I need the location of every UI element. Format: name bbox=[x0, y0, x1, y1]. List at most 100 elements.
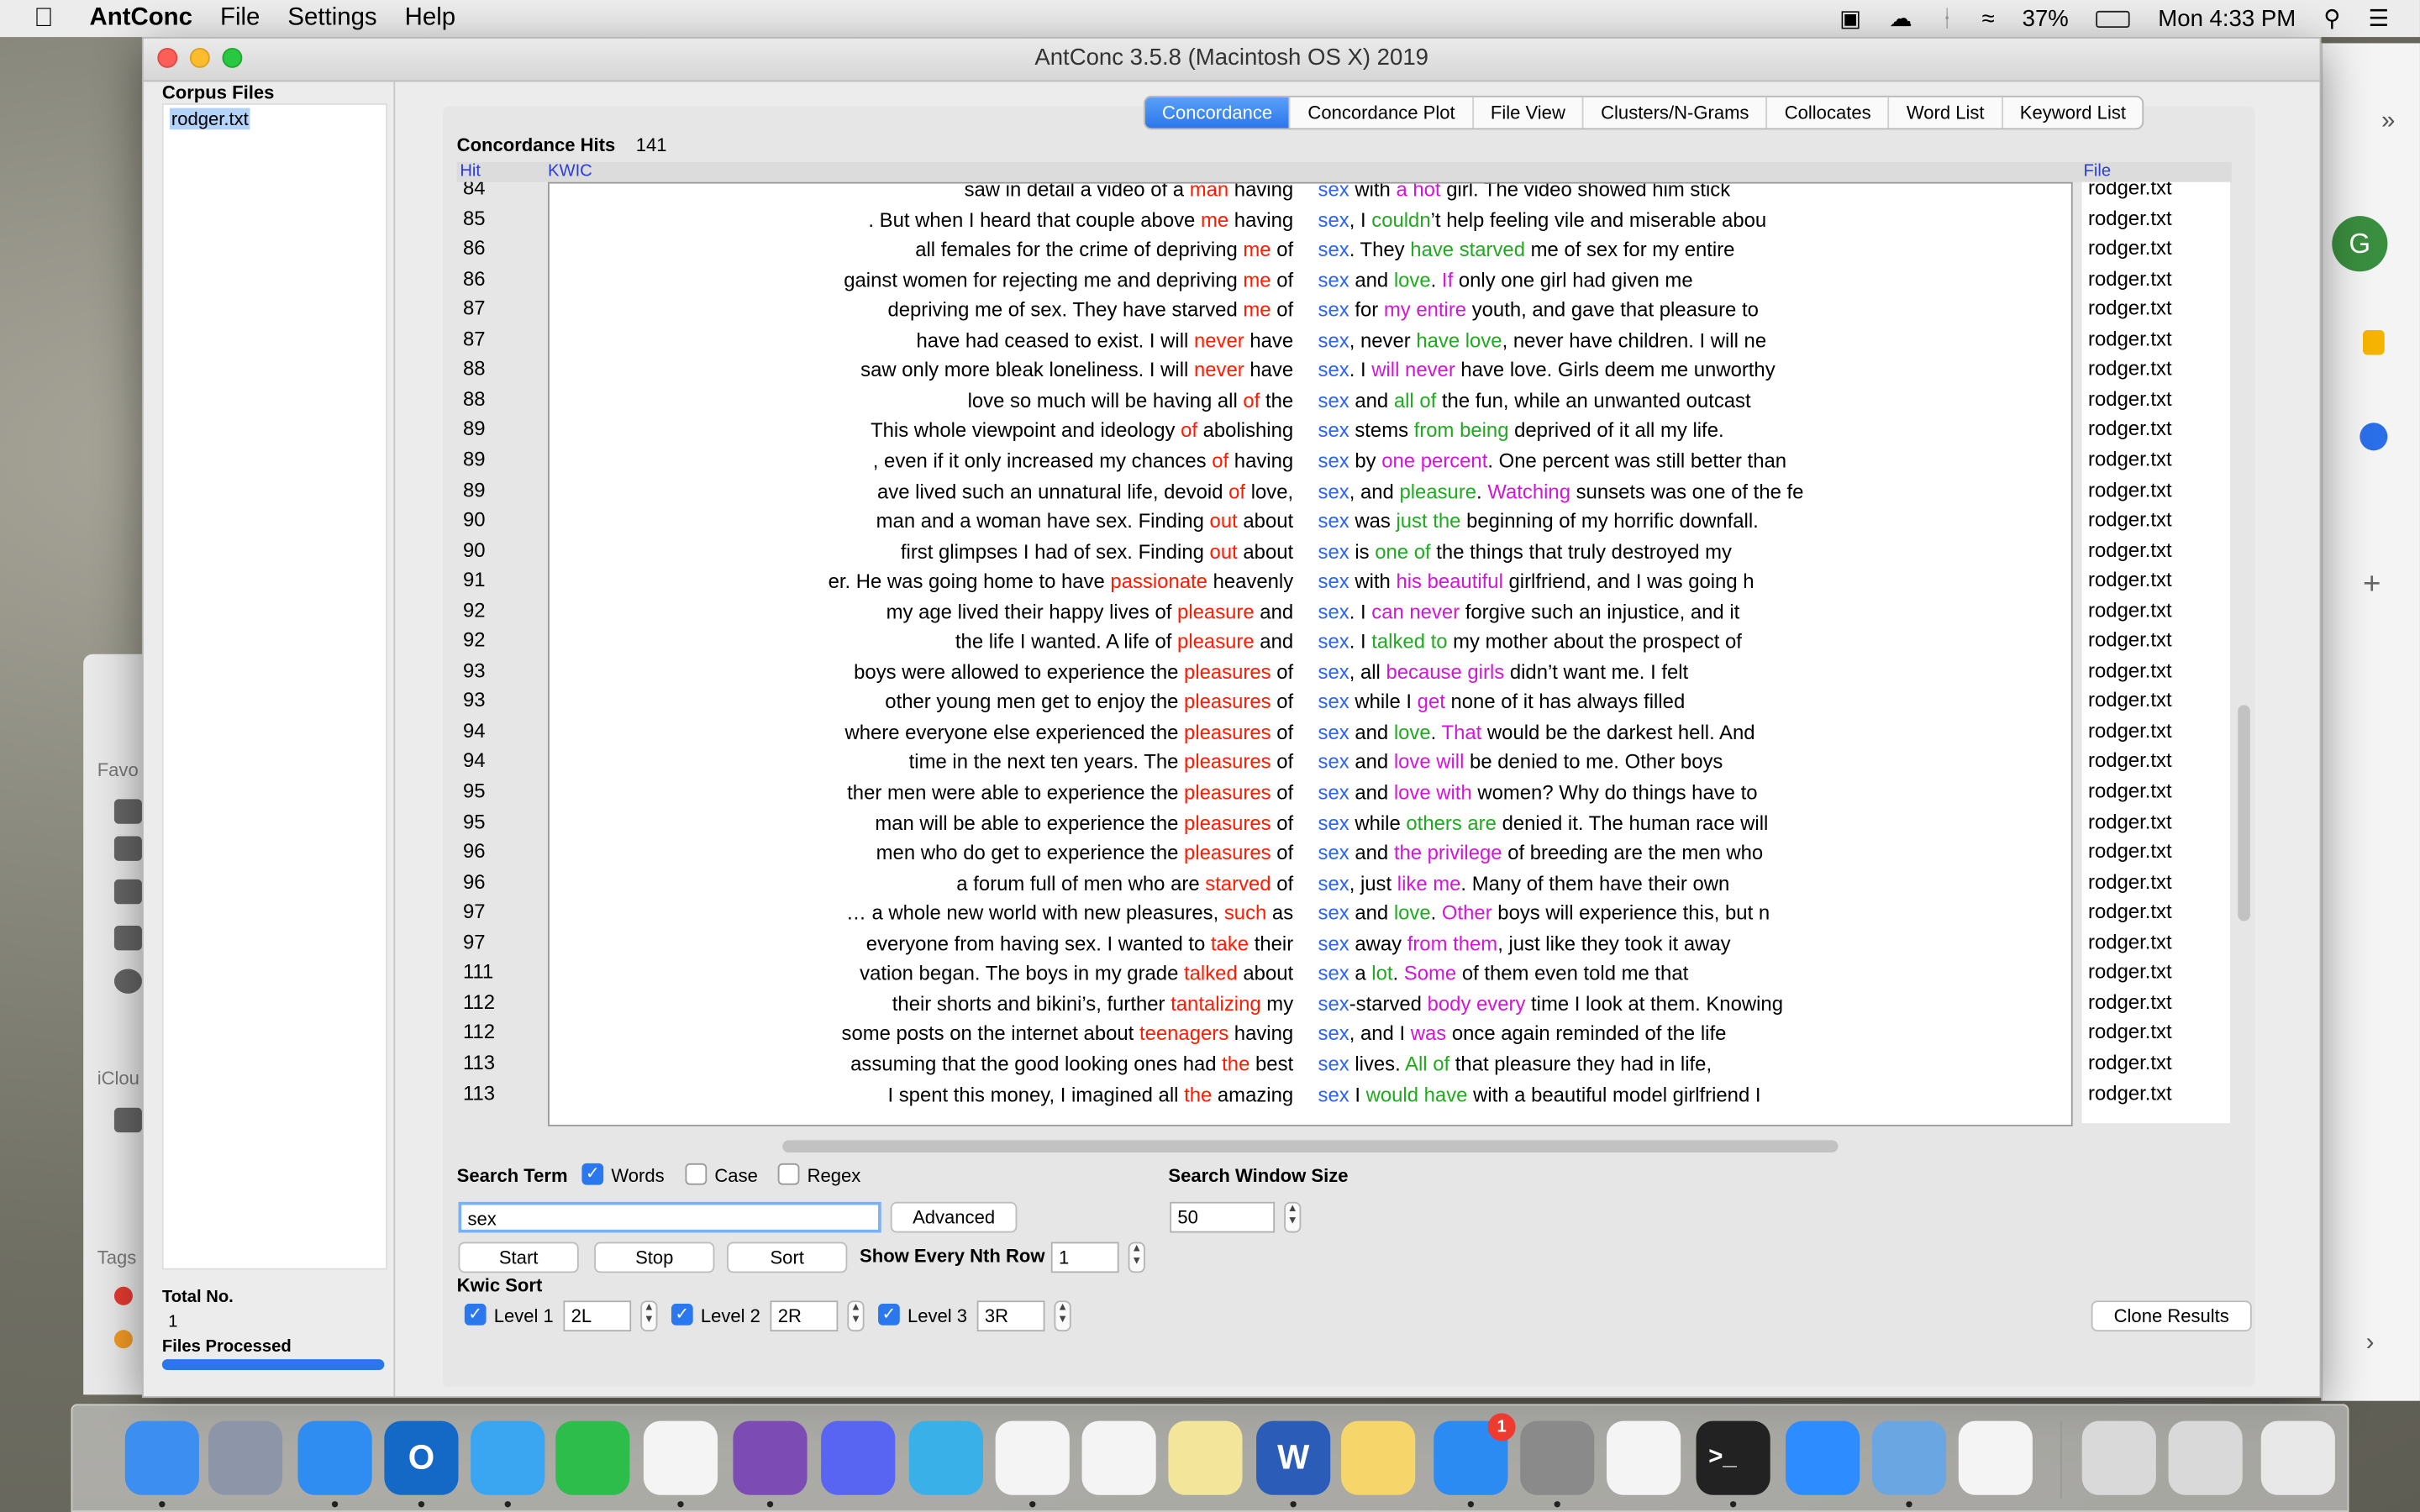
word-icon[interactable]: W bbox=[1256, 1420, 1331, 1495]
zoom-icon[interactable] bbox=[1786, 1420, 1860, 1495]
table-row[interactable]: a forum full of men who are starved of se… bbox=[550, 871, 2071, 901]
table-row[interactable]: saw only more bleak loneliness. I will n… bbox=[550, 359, 2071, 389]
settings-menu[interactable]: Settings bbox=[287, 5, 376, 33]
expand-icon[interactable]: » bbox=[2381, 108, 2395, 136]
applications-icon[interactable] bbox=[113, 879, 142, 905]
recents-icon[interactable] bbox=[113, 836, 142, 861]
regex-checkbox[interactable] bbox=[777, 1163, 800, 1185]
stickies-icon[interactable] bbox=[1168, 1420, 1243, 1495]
airdrop-icon[interactable] bbox=[113, 799, 142, 824]
start-button[interactable]: Start bbox=[458, 1242, 579, 1273]
nth-row-input[interactable]: 1 bbox=[1050, 1242, 1119, 1273]
file-menu[interactable]: File bbox=[220, 5, 260, 33]
table-row[interactable]: all females for the crime of depriving m… bbox=[550, 238, 2071, 268]
tab-concordance[interactable]: Concordance bbox=[1144, 97, 1292, 129]
safari-icon[interactable] bbox=[297, 1420, 372, 1495]
tasks-icon[interactable] bbox=[2360, 423, 2388, 451]
reminders-icon[interactable] bbox=[1081, 1420, 1156, 1495]
terminal-icon[interactable]: >_ bbox=[1696, 1420, 1770, 1495]
app-store-icon[interactable]: 1 bbox=[1434, 1413, 1516, 1495]
help-menu[interactable]: Help bbox=[405, 5, 455, 33]
corpus-file-item[interactable]: rodger.txt bbox=[170, 108, 250, 130]
downloads-icon[interactable] bbox=[113, 969, 142, 994]
trash-icon[interactable] bbox=[2260, 1420, 2335, 1495]
table-row[interactable]: saw in detail a video of a man having sex… bbox=[550, 184, 2071, 208]
documents-icon[interactable] bbox=[2168, 1420, 2243, 1495]
battery-icon[interactable] bbox=[2096, 9, 2131, 28]
level2-input[interactable]: 2R bbox=[770, 1300, 839, 1332]
table-row[interactable]: ave lived such an unnatural life, devoid… bbox=[550, 479, 2071, 509]
camera-icon[interactable]: ▣ bbox=[1839, 5, 1861, 32]
discord-icon[interactable] bbox=[821, 1420, 896, 1495]
table-row[interactable]: time in the next ten years. The pleasure… bbox=[550, 750, 2071, 780]
tab-collocates[interactable]: Collocates bbox=[1768, 97, 1890, 129]
table-row[interactable]: ther men were able to experience the ple… bbox=[550, 780, 2071, 811]
close-icon[interactable] bbox=[157, 47, 178, 68]
table-row[interactable]: er. He was going home to have passionate… bbox=[550, 570, 2071, 600]
table-row[interactable]: This whole viewpoint and ideology of abo… bbox=[550, 418, 2071, 449]
search-window-size-input[interactable]: 50 bbox=[1170, 1201, 1276, 1233]
table-row[interactable]: man will be able to experience the pleas… bbox=[550, 811, 2071, 841]
kwic-column-header[interactable]: KWIC bbox=[548, 162, 592, 181]
battery-percent[interactable]: 37% bbox=[2023, 5, 2069, 31]
notes-icon[interactable] bbox=[1341, 1420, 1416, 1495]
github-desktop-icon[interactable] bbox=[733, 1420, 808, 1495]
table-row[interactable]: everyone from having sex. I wanted to ta… bbox=[550, 932, 2071, 962]
tag-orange-icon[interactable] bbox=[113, 1330, 133, 1349]
bluetooth-icon[interactable]: ᛂ bbox=[1940, 5, 1954, 31]
tab-keyword-list[interactable]: Keyword List bbox=[2003, 97, 2144, 129]
file-column-header[interactable]: File bbox=[2084, 162, 2112, 181]
level2-stepper[interactable]: ▲ ▼ bbox=[847, 1300, 865, 1332]
table-row[interactable]: depriving me of sex. They have starved m… bbox=[550, 298, 2071, 328]
spotlight-search-icon[interactable]: ⚲ bbox=[2323, 5, 2340, 32]
level3-checkbox[interactable]: ✓ bbox=[878, 1304, 900, 1326]
words-checkbox[interactable]: ✓ bbox=[581, 1163, 604, 1185]
search-term-input[interactable]: sex bbox=[458, 1201, 881, 1233]
level2-checkbox[interactable]: ✓ bbox=[671, 1304, 693, 1326]
table-row[interactable]: their shorts and bikini’s, further tanta… bbox=[550, 992, 2071, 1022]
table-row[interactable]: vation began. The boys in my grade talke… bbox=[550, 962, 2071, 992]
table-row[interactable]: the life I wanted. A life of pleasure an… bbox=[550, 630, 2071, 660]
icloud-drive-icon[interactable] bbox=[113, 1107, 142, 1133]
avatar[interactable]: G bbox=[2332, 216, 2388, 272]
downloads-icon[interactable] bbox=[2081, 1420, 2156, 1495]
slack-icon[interactable] bbox=[643, 1420, 718, 1495]
desktop-icon[interactable] bbox=[113, 926, 142, 951]
finder-icon[interactable] bbox=[124, 1420, 199, 1495]
sort-button[interactable]: Sort bbox=[727, 1242, 848, 1273]
facetime-icon[interactable] bbox=[555, 1420, 630, 1495]
app-menu[interactable]: AntConc bbox=[90, 5, 192, 33]
level3-stepper[interactable]: ▲ ▼ bbox=[1054, 1300, 1071, 1332]
level1-checkbox[interactable]: ✓ bbox=[464, 1304, 487, 1326]
corpus-file-list[interactable]: rodger.txt bbox=[161, 103, 388, 1270]
zoom-icon[interactable] bbox=[222, 47, 243, 68]
textedit-icon[interactable] bbox=[1958, 1420, 2033, 1495]
tab-file-view[interactable]: File View bbox=[1474, 97, 1584, 129]
music-icon[interactable] bbox=[1607, 1420, 1681, 1495]
table-row[interactable]: man and a woman have sex. Finding out ab… bbox=[550, 509, 2071, 539]
table-row[interactable]: other young men get to enjoy the pleasur… bbox=[550, 690, 2071, 721]
hit-column-header[interactable]: Hit bbox=[460, 162, 481, 181]
system-preferences-icon[interactable] bbox=[1520, 1420, 1595, 1495]
add-icon[interactable]: + bbox=[2363, 568, 2381, 603]
wifi-icon[interactable]: ≈ bbox=[1981, 5, 1994, 31]
table-row[interactable]: some posts on the internet about teenage… bbox=[550, 1022, 2071, 1053]
case-checkbox[interactable] bbox=[685, 1163, 708, 1185]
window-size-stepper[interactable]: ▲ ▼ bbox=[1284, 1201, 1302, 1233]
table-row[interactable]: my age lived their happy lives of pleasu… bbox=[550, 600, 2071, 630]
markdown-icon[interactable] bbox=[908, 1420, 983, 1495]
minimize-icon[interactable] bbox=[189, 47, 210, 68]
table-row[interactable]: … a whole new world with new pleasures, … bbox=[550, 901, 2071, 932]
level3-input[interactable]: 3R bbox=[976, 1300, 1045, 1332]
chevron-right-icon[interactable]: › bbox=[2366, 1330, 2375, 1357]
advanced-button[interactable]: Advanced bbox=[890, 1201, 1018, 1233]
messages-icon[interactable] bbox=[471, 1420, 545, 1495]
antconc-icon[interactable] bbox=[1871, 1420, 1947, 1495]
table-row[interactable]: boys were allowed to experience the plea… bbox=[550, 660, 2071, 690]
nth-row-stepper[interactable]: ▲ ▼ bbox=[1128, 1242, 1145, 1273]
clone-results-button[interactable]: Clone Results bbox=[2091, 1300, 2252, 1332]
keep-icon[interactable] bbox=[2362, 330, 2385, 355]
tab-word-list[interactable]: Word List bbox=[1890, 97, 2003, 129]
tag-red-icon[interactable] bbox=[113, 1286, 133, 1305]
table-row[interactable]: I spent this money, I imagined all the a… bbox=[550, 1082, 2071, 1112]
